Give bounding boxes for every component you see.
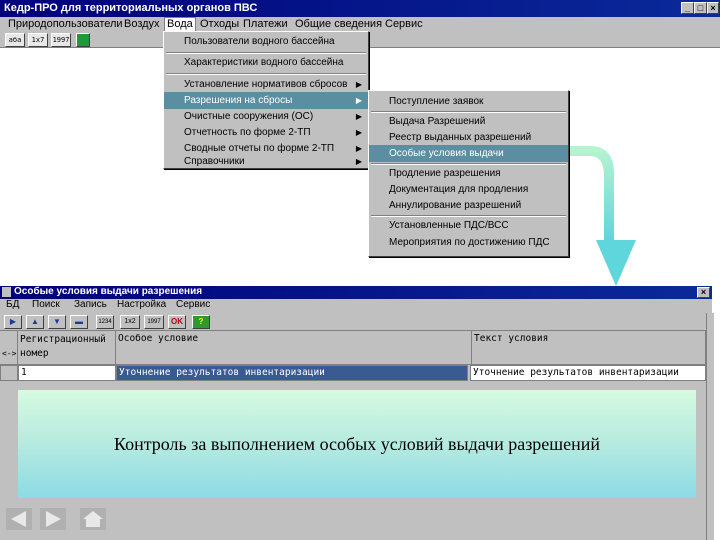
- water-item-directories[interactable]: Справочники ▶: [164, 154, 368, 169]
- arrow-down-icon[interactable]: ▼: [48, 315, 66, 329]
- play-icon[interactable]: ▶: [4, 315, 22, 329]
- close-button[interactable]: ×: [707, 2, 719, 14]
- caption-text: Контроль за выполнением особых условий в…: [113, 433, 601, 454]
- water-item-reports[interactable]: Отчетность по форме 2-ТП ▶: [164, 124, 368, 141]
- data-grid: <-> Регистрационный номер Особое условие…: [0, 331, 712, 383]
- delete-record-icon[interactable]: ▬: [70, 315, 88, 329]
- calculator-button[interactable]: 1х2: [120, 315, 140, 329]
- menu-users[interactable]: Природопользователи: [6, 18, 125, 30]
- vertical-scrollbar[interactable]: [706, 313, 714, 540]
- previous-slide-icon[interactable]: [6, 508, 32, 530]
- permits-item-extension[interactable]: Продление разрешения: [369, 165, 568, 182]
- number-button[interactable]: 1234: [96, 315, 114, 329]
- submenu-arrow-icon: ▶: [355, 128, 362, 137]
- main-menubar: Природопользователи Воздух Вода Отходы П…: [0, 17, 720, 32]
- permits-item-registry[interactable]: Реестр выданных разрешений: [369, 129, 568, 146]
- minimize-button[interactable]: _: [681, 2, 694, 14]
- home-icon[interactable]: [80, 508, 106, 530]
- row-indicator[interactable]: [0, 365, 18, 381]
- submenu-arrow-icon: ▶: [355, 96, 362, 105]
- water-item-norms[interactable]: Установление нормативов сбросов ▶: [164, 76, 368, 93]
- column-header-text[interactable]: Текст условия: [472, 331, 706, 365]
- main-titlebar: Кедр-ПРО для территориальных органов ПВС…: [0, 0, 720, 17]
- permits-item-extension-docs[interactable]: Документация для продления: [369, 181, 568, 198]
- water-item-users[interactable]: Пользователи водного бассейна: [164, 33, 368, 50]
- column-header-reg-number[interactable]: Регистрационный номер: [18, 331, 116, 365]
- caption-box: Контроль за выполнением особых условий в…: [18, 390, 696, 498]
- separator: [166, 73, 366, 75]
- child-menu-settings[interactable]: Настройка: [115, 299, 168, 310]
- child-menubar: БД Поиск Запись Настройка Сервис: [0, 299, 712, 313]
- water-item-treatment[interactable]: Очистные сооружения (ОС) ▶: [164, 108, 368, 125]
- exit-button[interactable]: [76, 33, 90, 47]
- ok-button[interactable]: OK: [168, 315, 186, 329]
- menu-service[interactable]: Сервис: [383, 18, 425, 30]
- cell-text[interactable]: Уточнение результатов инвентаризации: [470, 365, 706, 381]
- permits-submenu: Поступление заявок Выдача Разрешений Рее…: [368, 90, 569, 257]
- row-marker-header: <->: [0, 331, 18, 365]
- cell-condition[interactable]: Уточнение результатов инвентаризации: [116, 365, 468, 381]
- calendar-button[interactable]: 1997: [51, 33, 71, 47]
- permits-item-established-limits[interactable]: Установленные ПДС/ВСС: [369, 217, 568, 234]
- arrow-up-icon[interactable]: ▲: [26, 315, 44, 329]
- permits-item-applications[interactable]: Поступление заявок: [369, 93, 568, 110]
- child-titlebar: Особые условия выдачи разрешения ×: [0, 286, 712, 299]
- curved-arrow-icon: [570, 146, 636, 286]
- child-menu-search[interactable]: Поиск: [30, 299, 62, 310]
- abc-button[interactable]: аба: [5, 33, 25, 47]
- calculator-button[interactable]: 1х7: [28, 33, 48, 47]
- submenu-arrow-icon: ▶: [355, 80, 362, 89]
- main-window-title: Кедр-ПРО для территориальных органов ПВС: [4, 2, 258, 14]
- menu-waste[interactable]: Отходы: [198, 18, 241, 30]
- child-window-title: Особые условия выдачи разрешения: [14, 286, 203, 297]
- column-header-condition[interactable]: Особое условие: [116, 331, 472, 365]
- menu-air[interactable]: Воздух: [122, 18, 162, 30]
- child-toolbar: ▶ ▲ ▼ ▬ 1234 1х2 1997 OK ?: [0, 313, 712, 331]
- maximize-button[interactable]: □: [694, 2, 707, 14]
- submenu-arrow-icon: ▶: [355, 112, 362, 121]
- menu-payments[interactable]: Платежи: [241, 18, 290, 30]
- menu-general-info[interactable]: Общие сведения: [293, 18, 384, 30]
- water-dropdown: Пользователи водного бассейна Характерис…: [163, 31, 369, 169]
- permits-item-issue[interactable]: Выдача Разрешений: [369, 113, 568, 130]
- permits-item-cancellation[interactable]: Аннулирование разрешений: [369, 197, 568, 214]
- permits-item-special-conditions[interactable]: Особые условия выдачи: [369, 145, 568, 162]
- water-item-permits[interactable]: Разрешения на сбросы ▶: [164, 92, 368, 109]
- water-item-characteristics[interactable]: Характеристики водного бассейна: [164, 54, 368, 71]
- child-menu-db[interactable]: БД: [4, 299, 21, 310]
- window-menu-icon[interactable]: [2, 287, 11, 297]
- menu-water[interactable]: Вода: [164, 17, 196, 32]
- permits-item-measures[interactable]: Мероприятия по достижению ПДС: [369, 234, 568, 251]
- next-slide-icon[interactable]: [40, 508, 66, 530]
- help-button[interactable]: ?: [192, 315, 210, 329]
- child-menu-record[interactable]: Запись: [72, 299, 109, 310]
- child-close-button[interactable]: ×: [697, 287, 710, 298]
- cell-reg-number[interactable]: 1: [18, 365, 116, 381]
- submenu-arrow-icon: ▶: [355, 157, 362, 166]
- calendar-button[interactable]: 1997: [144, 315, 164, 329]
- child-menu-service[interactable]: Сервис: [174, 299, 212, 310]
